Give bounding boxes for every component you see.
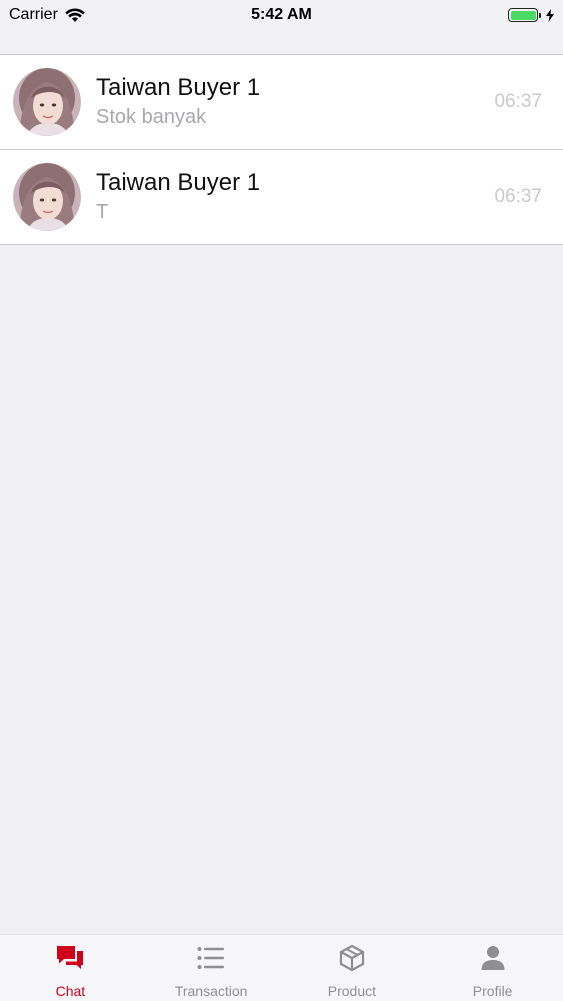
chat-text: Taiwan Buyer 1 T [96, 168, 260, 226]
person-icon [477, 942, 509, 974]
status-left: Carrier [9, 6, 85, 24]
battery-cap [539, 12, 541, 18]
list-icon [195, 942, 227, 974]
chat-list-item[interactable]: Taiwan Buyer 1 Stok banyak 06:37 [0, 55, 563, 150]
tab-label: Transaction [174, 983, 248, 999]
chat-bubbles-icon [54, 942, 86, 974]
chat-text: Taiwan Buyer 1 Stok banyak [96, 73, 260, 131]
status-right [508, 8, 554, 22]
tab-product[interactable]: Product [282, 935, 423, 1001]
tab-label: Profile [472, 983, 513, 999]
chat-time: 06:37 [494, 91, 542, 112]
tab-bar: Chat Transaction Product Profile [0, 934, 563, 1001]
wifi-icon [65, 7, 85, 23]
tab-label: Chat [55, 983, 86, 999]
tab-profile[interactable]: Profile [422, 935, 563, 1001]
tab-transaction[interactable]: Transaction [141, 935, 282, 1001]
tab-label: Product [327, 983, 376, 999]
status-bar: Carrier 5:42 AM [0, 0, 563, 30]
battery-icon [508, 8, 538, 22]
chat-name: Taiwan Buyer 1 [96, 169, 261, 196]
carrier-label: Carrier [9, 6, 58, 23]
chat-list: Taiwan Buyer 1 Stok banyak 06:37 Taiwan … [0, 55, 563, 245]
chat-preview: Stok banyak [96, 106, 207, 128]
chat-name: Taiwan Buyer 1 [96, 74, 261, 101]
box-icon [336, 942, 368, 974]
chat-list-item[interactable]: Taiwan Buyer 1 T 06:37 [0, 150, 563, 245]
chat-preview: T [96, 201, 109, 223]
tab-chat[interactable]: Chat [0, 935, 141, 1001]
battery-fill [510, 10, 536, 20]
user-avatar [13, 68, 81, 136]
chat-time: 06:37 [494, 186, 542, 207]
charging-bolt-icon [546, 8, 554, 22]
user-avatar [13, 163, 81, 231]
navigation-bar [0, 30, 563, 55]
